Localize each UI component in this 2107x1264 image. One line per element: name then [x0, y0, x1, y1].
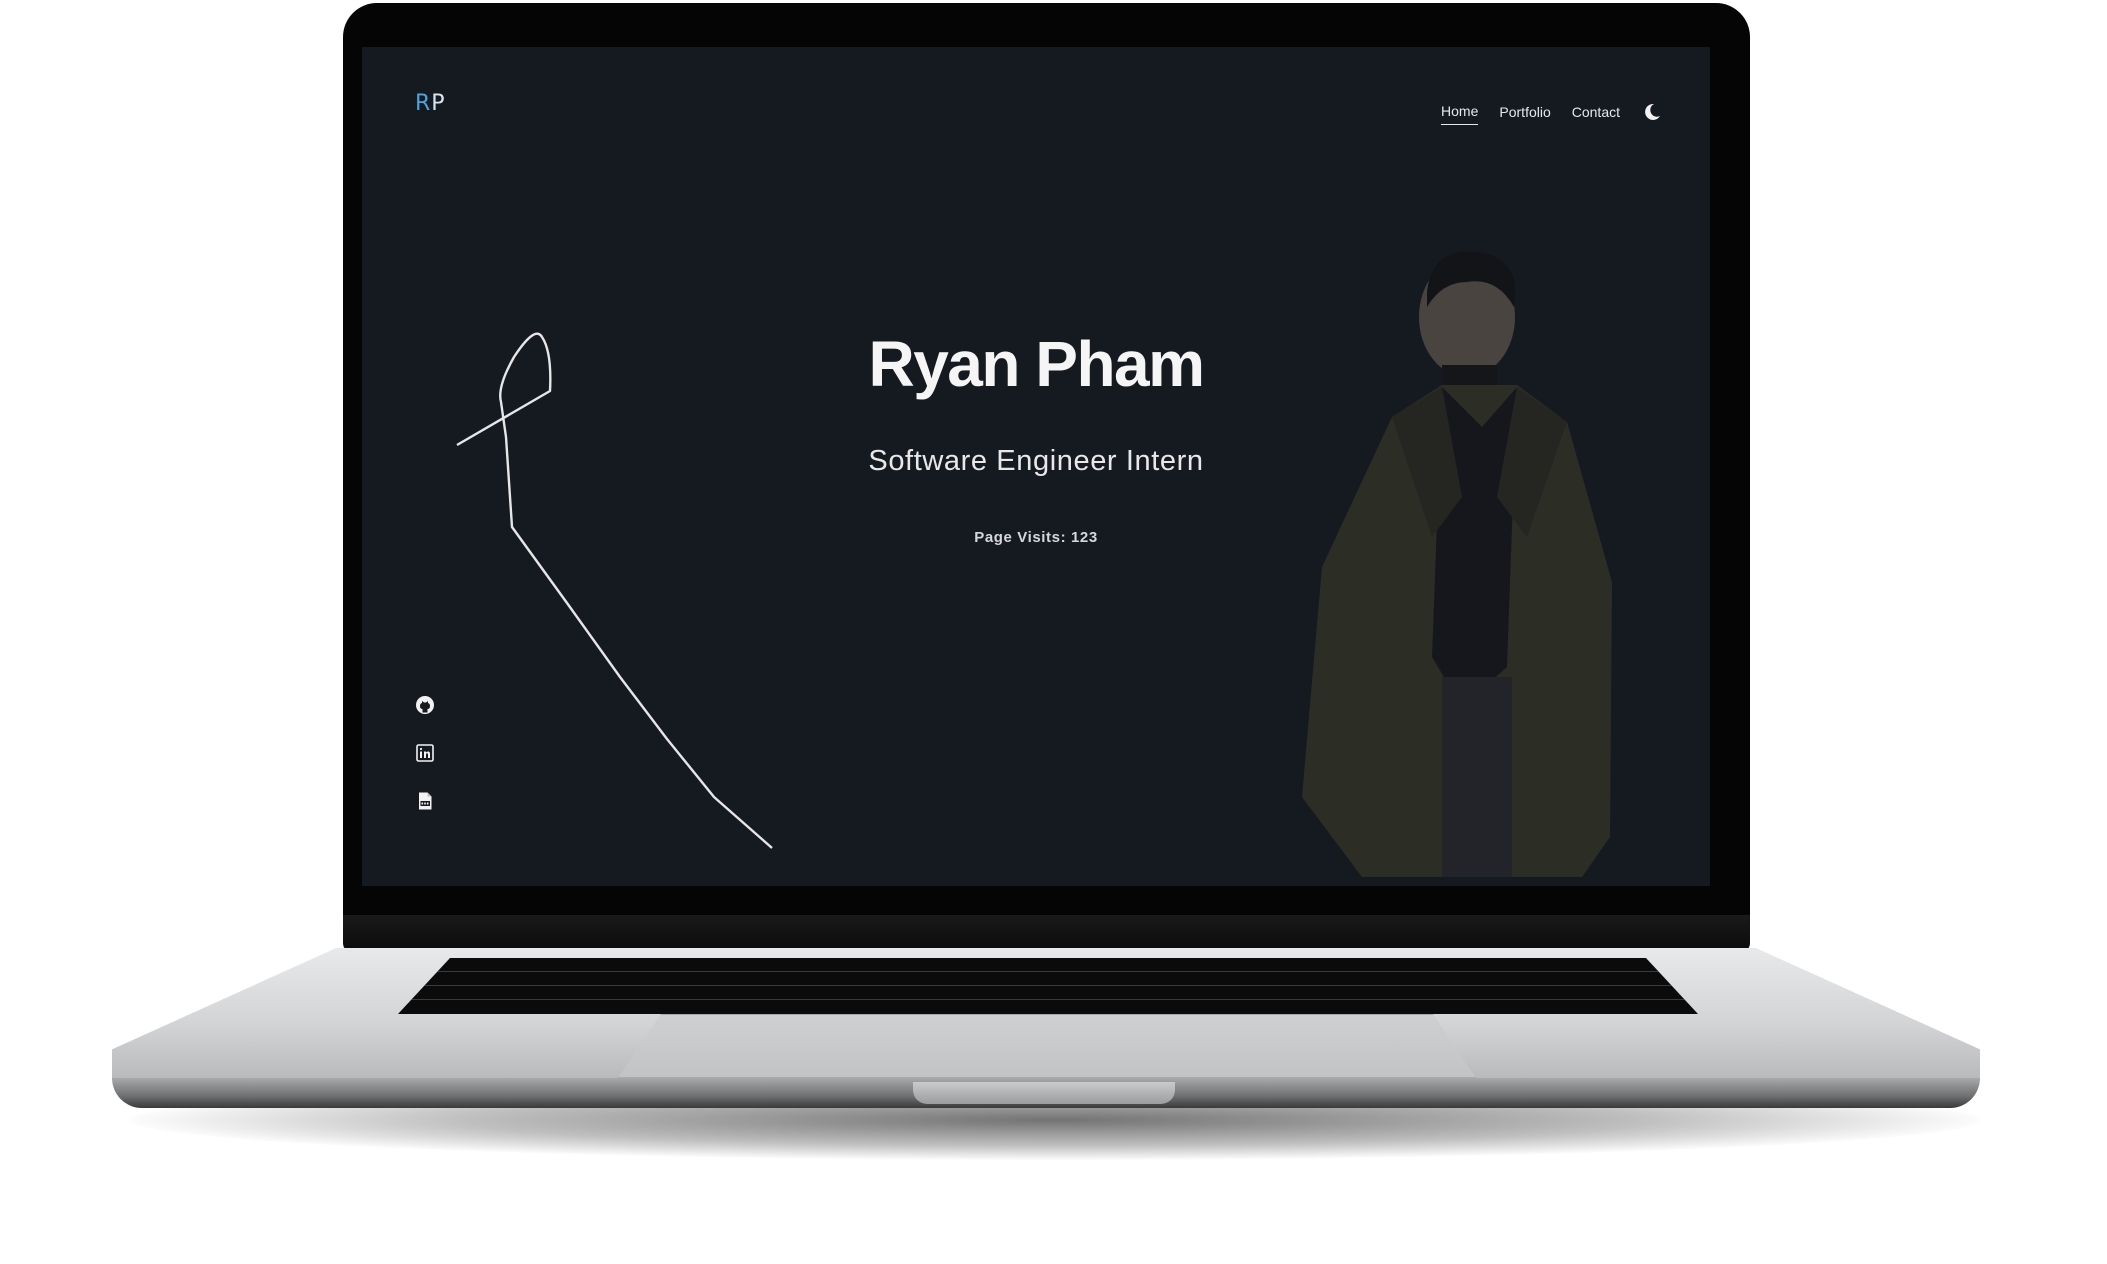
- nav-contact[interactable]: Contact: [1572, 104, 1620, 125]
- trackpad: [618, 1014, 1476, 1078]
- hero-role: Software Engineer Intern: [868, 445, 1204, 477]
- linkedin-icon[interactable]: [415, 743, 435, 763]
- github-icon[interactable]: [415, 695, 435, 715]
- logo-letter-r: R: [415, 91, 432, 116]
- main-nav: Home Portfolio Contact: [1441, 103, 1620, 125]
- logo-letter-p: P: [431, 91, 446, 116]
- laptop-hinge: [343, 915, 1750, 953]
- pdf-icon[interactable]: [415, 791, 435, 811]
- nav-home[interactable]: Home: [1441, 103, 1479, 125]
- keyboard: [398, 958, 1698, 1014]
- page-visits-counter: Page Visits: 123: [974, 529, 1098, 546]
- screen: RP Home Portfolio Contact Ryan Pham Soft…: [362, 47, 1710, 886]
- moon-icon[interactable]: [1642, 102, 1662, 122]
- site-logo[interactable]: RP: [415, 91, 446, 116]
- laptop-notch: [913, 1082, 1175, 1104]
- hero-name: Ryan Pham: [868, 328, 1205, 400]
- nav-portfolio[interactable]: Portfolio: [1499, 104, 1550, 125]
- social-links: [415, 695, 435, 811]
